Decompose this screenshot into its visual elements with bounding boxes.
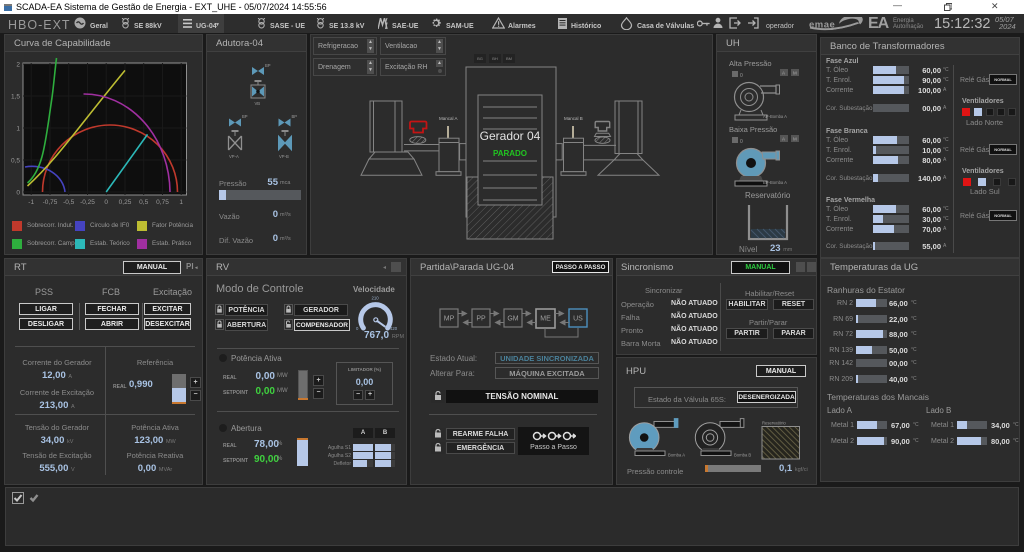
- svg-text:GM: GM: [507, 316, 518, 323]
- svg-text:VB: VB: [255, 101, 261, 106]
- svg-text:-0,5: -0,5: [63, 199, 75, 206]
- svg-text:Reservatório: Reservatório: [762, 421, 786, 426]
- svg-text:-0,25: -0,25: [80, 199, 95, 206]
- svg-text:M: M: [793, 71, 797, 76]
- svg-text:Bomba B: Bomba B: [734, 453, 751, 458]
- svg-text:M: M: [793, 137, 797, 142]
- svg-text:0: 0: [740, 139, 743, 145]
- svg-text:0,75: 0,75: [156, 199, 169, 206]
- svg-text:1: 1: [179, 199, 183, 206]
- svg-text:Mancal A: Mancal A: [439, 116, 458, 121]
- svg-text:2: 2: [16, 62, 20, 69]
- svg-text:VP-B: VP-B: [279, 154, 289, 159]
- svg-text:0,5: 0,5: [11, 158, 20, 165]
- svg-text:BP-Bomba A: BP-Bomba A: [763, 180, 787, 185]
- svg-text:BP: BP: [292, 114, 298, 119]
- svg-text:1: 1: [16, 126, 20, 133]
- svg-text:BP: BP: [265, 63, 271, 68]
- svg-text:210: 210: [372, 296, 380, 301]
- svg-text:A: A: [782, 71, 785, 76]
- svg-text:Gerador 04: Gerador 04: [480, 129, 541, 143]
- svg-text:A: A: [782, 137, 785, 142]
- svg-text:0: 0: [356, 326, 359, 331]
- svg-text:1,5: 1,5: [11, 94, 20, 101]
- svg-text:-0,75: -0,75: [43, 199, 58, 206]
- svg-text:Mancal B: Mancal B: [564, 116, 583, 121]
- svg-text:MP: MP: [444, 316, 455, 323]
- svg-text:0,5: 0,5: [139, 199, 148, 206]
- svg-text:VP-A: VP-A: [229, 154, 239, 159]
- svg-text:0: 0: [740, 73, 743, 79]
- svg-text:BP: BP: [242, 114, 248, 119]
- svg-text:0: 0: [16, 190, 20, 197]
- svg-text:emae: emae: [809, 20, 835, 31]
- svg-text:0: 0: [104, 199, 108, 206]
- svg-text:-1: -1: [28, 199, 34, 206]
- svg-text:US: US: [573, 316, 583, 323]
- svg-text:ME: ME: [540, 316, 551, 323]
- svg-text:PARADO: PARADO: [493, 149, 527, 158]
- svg-text:0,25: 0,25: [119, 199, 132, 206]
- svg-text:AP-Bomba A: AP-Bomba A: [763, 114, 787, 119]
- svg-text:PP: PP: [476, 316, 486, 323]
- svg-text:Bomba A: Bomba A: [668, 453, 685, 458]
